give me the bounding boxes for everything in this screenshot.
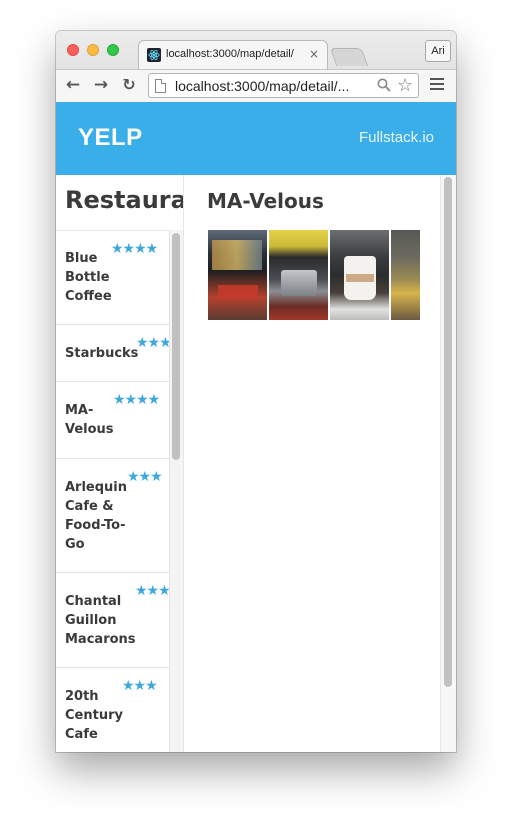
app-header: YELP Fullstack.io	[56, 102, 456, 175]
rating-stars: ★★★	[136, 335, 169, 351]
browser-chrome: localhost:3000/map/detail/ × Ari ← → ↻ l…	[56, 31, 456, 102]
restaurant-name: Chantal Guillon Macarons	[65, 594, 136, 647]
rating-stars: ★★★★	[111, 241, 158, 257]
photo-strip	[208, 230, 420, 320]
sidebar-scroll-thumb[interactable]	[172, 233, 180, 460]
main-scroll-thumb[interactable]	[444, 177, 452, 687]
browser-tab[interactable]: localhost:3000/map/detail/ ×	[138, 40, 328, 69]
react-icon	[147, 48, 161, 62]
reload-icon[interactable]: ↻	[117, 73, 141, 97]
rating-stars: ★★★★	[113, 392, 160, 408]
restaurant-photo[interactable]	[330, 230, 389, 320]
list-item[interactable]: Blue Bottle Coffee ★★★★	[56, 231, 169, 325]
browser-toolbar: ← → ↻ localhost:3000/map/detail/... ☆	[56, 69, 456, 102]
restaurant-name: 20th Century Cafe	[65, 689, 123, 742]
restaurant-name: Blue Bottle Coffee	[65, 251, 112, 304]
restaurant-photo[interactable]	[269, 230, 328, 320]
list-item[interactable]: Chantal Guillon Macarons ★★★	[56, 573, 169, 668]
close-window-button[interactable]	[67, 44, 79, 56]
rating-stars: ★★★	[122, 678, 158, 694]
url-text[interactable]: localhost:3000/map/detail/...	[175, 78, 370, 95]
list-item[interactable]: 20th Century Cafe ★★★	[56, 668, 169, 752]
back-arrow-icon[interactable]: ←	[61, 73, 85, 97]
restaurant-name: Starbucks	[65, 346, 139, 361]
restaurant-photo[interactable]	[208, 230, 267, 320]
browser-window: localhost:3000/map/detail/ × Ari ← → ↻ l…	[56, 31, 456, 752]
tab-close-icon[interactable]: ×	[309, 47, 319, 61]
restaurant-name: MA- Velous	[65, 403, 114, 437]
new-tab-button[interactable]	[329, 48, 369, 66]
bookmark-star-icon[interactable]: ☆	[397, 75, 413, 96]
restaurant-list: Blue Bottle Coffee ★★★★ Starbucks ★★★ MA…	[56, 230, 169, 752]
minimize-window-button[interactable]	[87, 44, 99, 56]
list-item[interactable]: MA- Velous ★★★★	[56, 382, 169, 459]
app-logo[interactable]: YELP	[78, 124, 143, 152]
restaurant-photo[interactable]	[391, 230, 420, 320]
menu-icon[interactable]	[430, 78, 444, 92]
rating-stars: ★★★	[127, 469, 163, 485]
page-viewport: YELP Fullstack.io Restaurants Blue Bottl…	[56, 102, 456, 752]
profile-button[interactable]: Ari	[425, 40, 451, 62]
forward-arrow-icon[interactable]: →	[89, 73, 113, 97]
restaurant-detail-title: MA-Velous	[207, 189, 324, 213]
tab-title: localhost:3000/map/detail/	[166, 48, 294, 60]
maximize-window-button[interactable]	[107, 44, 119, 56]
sidebar-title: Restaurants	[65, 186, 184, 214]
zoom-icon[interactable]	[377, 78, 391, 96]
list-item[interactable]: Starbucks ★★★	[56, 325, 169, 382]
list-item[interactable]: Arlequin Cafe & Food-To- Go ★★★	[56, 459, 169, 573]
restaurant-sidebar: Restaurants Blue Bottle Coffee ★★★★ Star…	[56, 175, 184, 752]
address-bar[interactable]: localhost:3000/map/detail/... ☆	[148, 73, 419, 98]
fullstack-link[interactable]: Fullstack.io	[359, 129, 434, 146]
restaurant-name: Arlequin Cafe & Food-To- Go	[65, 480, 128, 552]
rating-stars: ★★★	[135, 583, 169, 599]
page-icon	[155, 79, 166, 93]
